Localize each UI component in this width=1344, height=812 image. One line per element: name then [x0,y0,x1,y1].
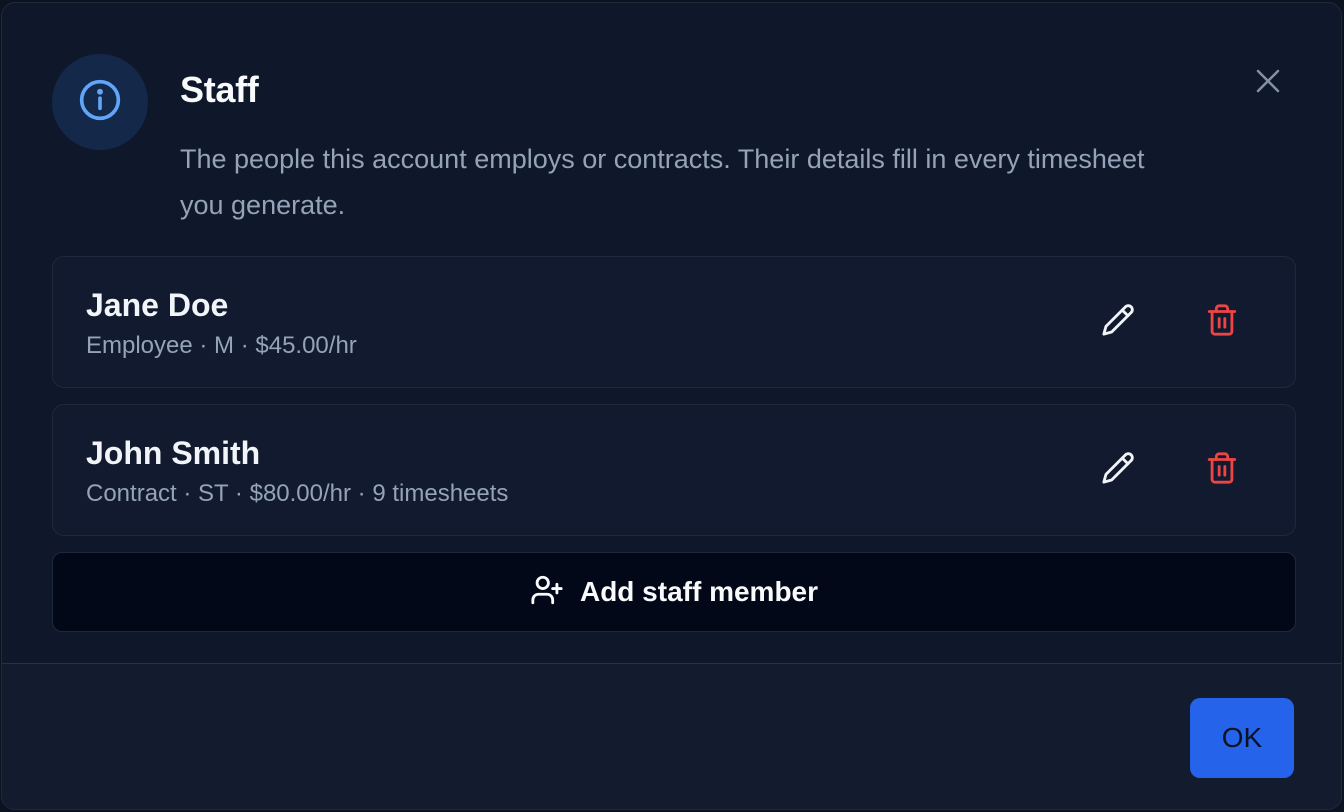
pencil-icon [1101,303,1135,342]
staff-dialog: Staff The people this account employs or… [1,2,1342,810]
staff-name: John Smith [86,435,261,471]
dialog-description: The people this account employs or contr… [180,144,1145,220]
staff-meta: Contract · ST · $80.00/hr · 9 timesheets [86,480,509,507]
edit-staff-button[interactable] [1093,445,1143,495]
staff-meta: Employee · M · $45.00/hr [86,332,357,359]
trash-icon [1205,451,1239,490]
dialog-footer: OK [2,663,1341,809]
close-icon [1253,66,1283,101]
info-badge [52,54,148,150]
staff-row: John Smith Contract · ST · $80.00/hr · 9… [52,404,1296,536]
pencil-icon [1101,451,1135,490]
staff-name: Jane Doe [86,287,229,323]
delete-staff-button[interactable] [1197,445,1247,495]
trash-icon [1205,303,1239,342]
add-staff-button[interactable]: Add staff member [52,552,1296,632]
info-icon [78,78,122,127]
delete-staff-button[interactable] [1197,297,1247,347]
staff-row: Jane Doe Employee · M · $45.00/hr [52,256,1296,388]
user-plus-icon [530,573,564,612]
close-button[interactable] [1250,65,1286,101]
edit-staff-button[interactable] [1093,297,1143,347]
add-staff-label: Add staff member [579,576,819,607]
dialog-title: Staff [180,69,259,110]
ok-button[interactable]: OK [1190,698,1294,778]
